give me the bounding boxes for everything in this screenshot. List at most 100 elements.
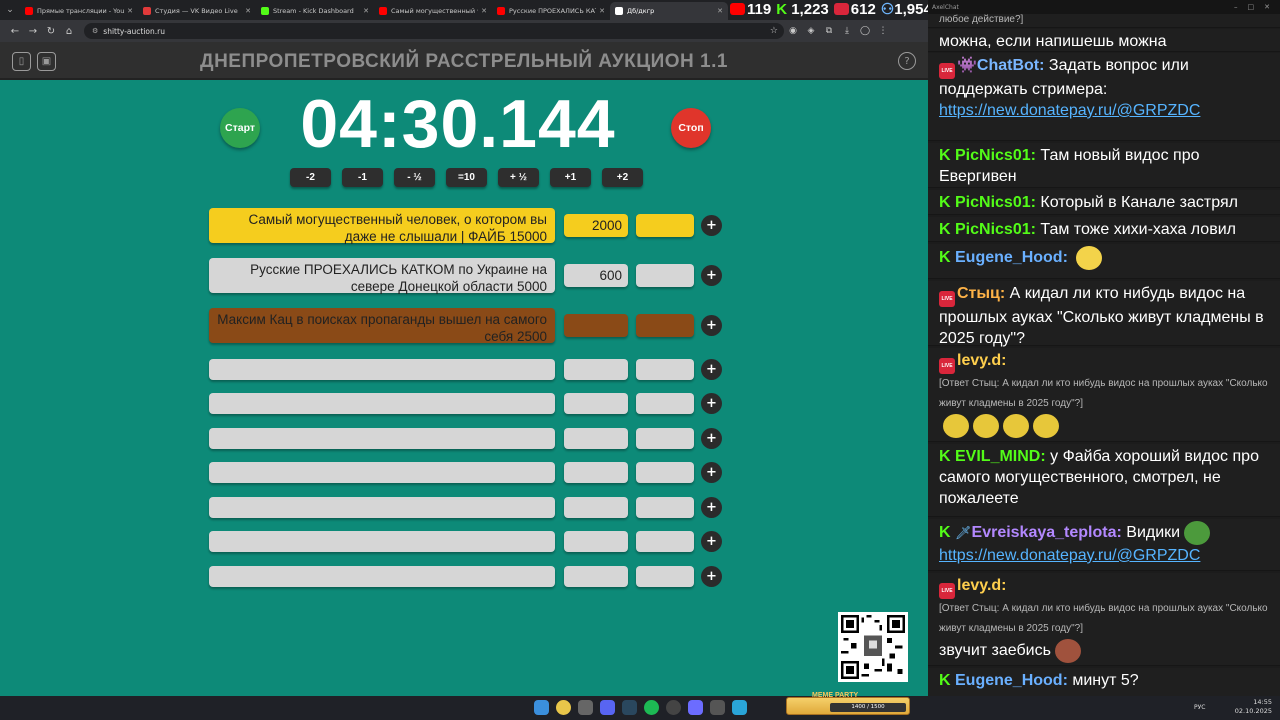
- donate-link[interactable]: https://new.donatepay.ru/@GRPZDC: [939, 547, 1200, 564]
- chat-username[interactable]: levy.d:: [957, 577, 1007, 594]
- time-adjust-button[interactable]: =10: [446, 168, 487, 187]
- lot-amount-field[interactable]: [564, 462, 628, 483]
- time-adjust-button[interactable]: +1: [550, 168, 591, 187]
- lot-name-field[interactable]: [209, 359, 555, 380]
- lot-name-field[interactable]: Русские ПРОЕХАЛИСЬ КАТКОМ по Украине на …: [209, 258, 555, 294]
- menu-dots-icon[interactable]: ⋮: [874, 26, 892, 36]
- lot-name-field[interactable]: [209, 428, 555, 449]
- add-amount-button[interactable]: +: [701, 359, 722, 380]
- lot-name-field[interactable]: Максим Кац в поисках пропаганды вышел на…: [209, 308, 555, 344]
- lot-name-field[interactable]: [209, 531, 555, 552]
- chat-username[interactable]: PicNics01:: [955, 221, 1036, 238]
- chrome-icon[interactable]: [556, 700, 571, 715]
- tab-close-icon[interactable]: ✕: [127, 7, 133, 15]
- time-adjust-button[interactable]: +2: [602, 168, 643, 187]
- chat-username[interactable]: Evreiskaya_teplota:: [972, 524, 1122, 541]
- time-adjust-button[interactable]: -2: [290, 168, 331, 187]
- lot-amount-field[interactable]: 2000: [564, 214, 628, 237]
- lot-amount-field[interactable]: [564, 393, 628, 414]
- chat-username[interactable]: EVIL_MIND:: [955, 448, 1046, 465]
- browser-tab[interactable]: Дб/дкгр ✕: [610, 2, 728, 20]
- url-bar[interactable]: ⚙ shitty-auction.ru ☆: [84, 23, 784, 39]
- lot-amount-field[interactable]: 600: [564, 264, 628, 287]
- time-adjust-button[interactable]: - ½: [394, 168, 435, 187]
- profile-icon[interactable]: ◯: [856, 26, 874, 36]
- back-icon[interactable]: ←: [6, 26, 24, 37]
- system-clock[interactable]: 14:55 02.10.2025: [1235, 698, 1272, 716]
- maximize-icon[interactable]: □: [1248, 3, 1255, 11]
- app-icon[interactable]: [688, 700, 703, 715]
- chat-username[interactable]: levy.d:: [957, 352, 1007, 369]
- extensions-puzzle-icon[interactable]: ⧉: [820, 26, 838, 36]
- extension-icon[interactable]: ◉: [784, 26, 802, 36]
- add-amount-button[interactable]: +: [701, 497, 722, 518]
- lot-add-amount-input[interactable]: [636, 428, 694, 449]
- home-icon[interactable]: ⌂: [60, 26, 78, 37]
- app-icon-2[interactable]: [710, 700, 725, 715]
- lot-add-amount-input[interactable]: [636, 214, 694, 237]
- browser-tab[interactable]: Студия — VK Видео Live ✕: [138, 2, 256, 20]
- discord-icon[interactable]: [600, 700, 615, 715]
- lot-add-amount-input[interactable]: [636, 314, 694, 337]
- add-amount-button[interactable]: +: [701, 315, 722, 336]
- browser-tab[interactable]: Прямые трансляции - YouTube✕: [20, 2, 138, 20]
- close-icon[interactable]: ✕: [1264, 3, 1270, 11]
- tab-close-icon[interactable]: ✕: [363, 7, 369, 15]
- help-icon[interactable]: ?: [898, 52, 916, 70]
- lot-name-field[interactable]: [209, 566, 555, 587]
- add-amount-button[interactable]: +: [701, 531, 722, 552]
- lot-amount-field[interactable]: [564, 497, 628, 518]
- site-info-icon[interactable]: ⚙: [92, 27, 98, 35]
- add-amount-button[interactable]: +: [701, 462, 722, 483]
- lot-add-amount-input[interactable]: [636, 462, 694, 483]
- bookmark-star-icon[interactable]: ☆: [770, 26, 778, 36]
- browser-tab[interactable]: Русские ПРОЕХАЛИСЬ КАТКОМ✕: [492, 2, 610, 20]
- chat-username[interactable]: Eugene_Hood:: [955, 249, 1068, 266]
- lot-name-field[interactable]: [209, 497, 555, 518]
- add-amount-button[interactable]: +: [701, 428, 722, 449]
- stop-button[interactable]: Стоп: [671, 108, 711, 148]
- lot-name-field[interactable]: [209, 462, 555, 483]
- browser-tab[interactable]: Stream - Kick Dashboard ✕: [256, 2, 374, 20]
- lot-add-amount-input[interactable]: [636, 566, 694, 587]
- obs-icon[interactable]: [666, 700, 681, 715]
- lot-add-amount-input[interactable]: [636, 393, 694, 414]
- minimize-icon[interactable]: –: [1234, 3, 1238, 11]
- lot-add-amount-input[interactable]: [636, 531, 694, 552]
- tab-close-icon[interactable]: ✕: [599, 7, 605, 15]
- chat-username[interactable]: PicNics01:: [955, 194, 1036, 211]
- lot-amount-field[interactable]: [564, 428, 628, 449]
- tab-close-icon[interactable]: ✕: [717, 7, 723, 15]
- browser-tab[interactable]: Самый могущественный человек✕: [374, 2, 492, 20]
- lot-amount-field[interactable]: [564, 566, 628, 587]
- add-amount-button[interactable]: +: [701, 566, 722, 587]
- time-adjust-button[interactable]: -1: [342, 168, 383, 187]
- time-adjust-button[interactable]: + ½: [498, 168, 539, 187]
- start-button[interactable]: Старт: [220, 108, 260, 148]
- add-amount-button[interactable]: +: [701, 265, 722, 286]
- tab-close-icon[interactable]: ✕: [481, 7, 487, 15]
- steam-icon[interactable]: [622, 700, 637, 715]
- forward-icon[interactable]: →: [24, 26, 42, 37]
- lot-name-field[interactable]: [209, 393, 555, 414]
- lot-add-amount-input[interactable]: [636, 359, 694, 380]
- input-language[interactable]: РУС: [1194, 704, 1205, 711]
- extension-icon-2[interactable]: ◈: [802, 26, 820, 36]
- lot-amount-field[interactable]: [564, 314, 628, 337]
- chat-username[interactable]: ChatBot:: [977, 57, 1045, 74]
- download-icon[interactable]: ⤓: [838, 26, 856, 36]
- spotify-icon[interactable]: [644, 700, 659, 715]
- chat-username[interactable]: Eugene_Hood:: [955, 672, 1068, 689]
- lot-amount-field[interactable]: [564, 531, 628, 552]
- chat-username[interactable]: PicNics01:: [955, 147, 1036, 164]
- add-amount-button[interactable]: +: [701, 215, 722, 236]
- start-menu-icon[interactable]: [534, 700, 549, 715]
- reload-icon[interactable]: ↻: [42, 26, 60, 37]
- tab-close-icon[interactable]: ✕: [245, 7, 251, 15]
- lot-add-amount-input[interactable]: [636, 264, 694, 287]
- tab-search-icon[interactable]: ⌄: [0, 0, 20, 20]
- add-amount-button[interactable]: +: [701, 393, 722, 414]
- lot-amount-field[interactable]: [564, 359, 628, 380]
- chat-username[interactable]: Стыц:: [957, 285, 1005, 302]
- donate-link[interactable]: https://new.donatepay.ru/@GRPZDC: [939, 102, 1200, 119]
